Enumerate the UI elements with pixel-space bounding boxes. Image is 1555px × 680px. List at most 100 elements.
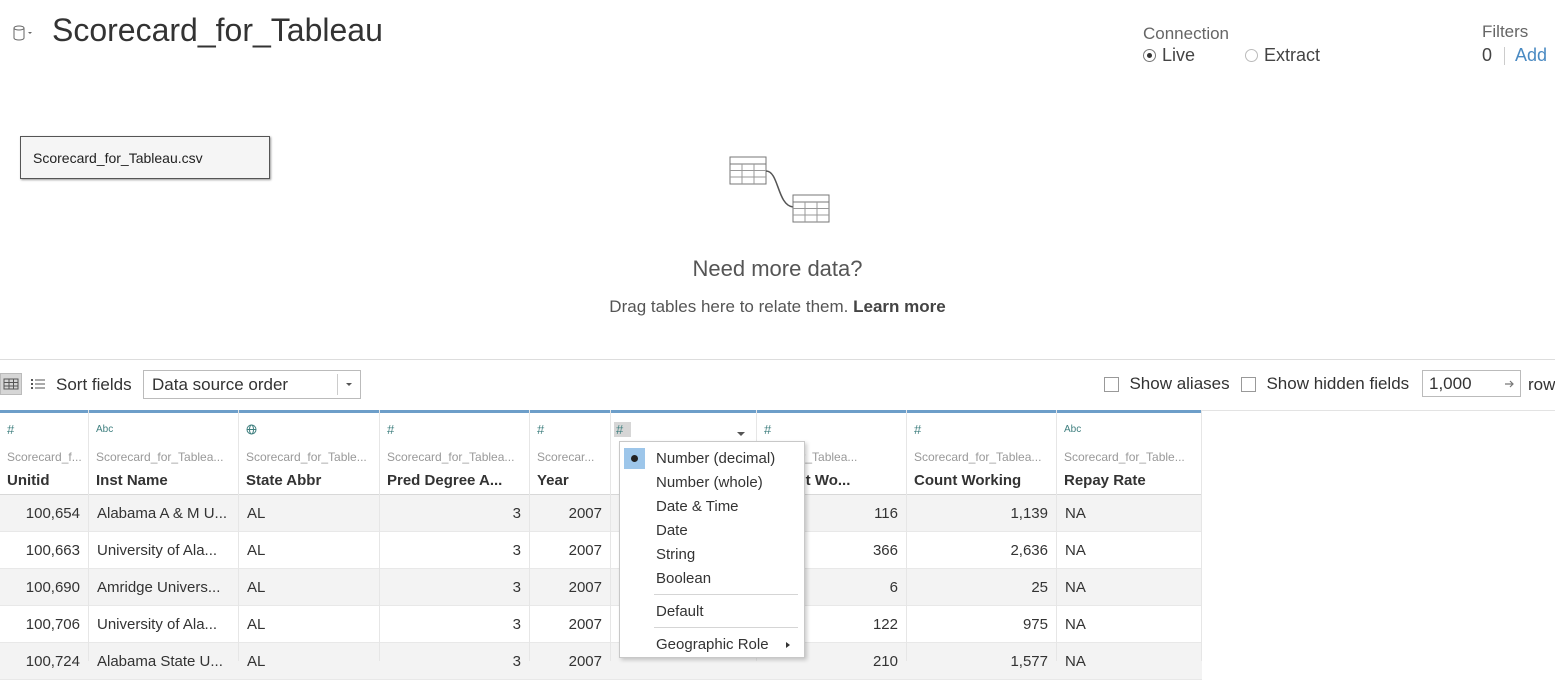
number-type-icon[interactable]: # bbox=[914, 422, 921, 437]
column-name[interactable]: Repay Rate bbox=[1064, 472, 1195, 489]
sort-fields-select[interactable]: Data source order bbox=[143, 370, 361, 399]
number-type-icon[interactable]: # bbox=[537, 422, 544, 437]
column-name[interactable]: State Abbr bbox=[246, 472, 373, 489]
grid-column: Scorecard_for_Table... State Abbr AL AL AL AL… bbox=[239, 410, 380, 670]
table-cell: 100,654 bbox=[25, 505, 80, 522]
grid-view-button[interactable] bbox=[0, 373, 22, 395]
column-header[interactable]: Scorecard_for_Table... State Abbr bbox=[239, 410, 379, 495]
connection-label: Connection bbox=[1143, 24, 1230, 43]
add-filter-link[interactable]: Add bbox=[1515, 45, 1547, 66]
table-cell: 3 bbox=[512, 653, 521, 670]
menu-item-number-decimal[interactable]: Number (decimal) bbox=[656, 450, 775, 467]
rows-label: row bbox=[1528, 375, 1555, 394]
rows-value: 1,000 bbox=[1429, 374, 1472, 393]
column-name[interactable]: Pred Degree A... bbox=[387, 472, 523, 489]
menu-separator bbox=[654, 594, 798, 595]
number-type-icon[interactable]: # bbox=[7, 422, 14, 437]
column-name[interactable]: Count Working bbox=[914, 472, 1050, 489]
grid-column: Abc Scorecard_for_Table... Repay Rate NA NA N… bbox=[1057, 410, 1202, 670]
menu-item-string[interactable]: String bbox=[656, 546, 695, 563]
column-header[interactable]: # Scorecard_f... Unitid bbox=[0, 410, 88, 495]
column-name[interactable]: Inst Name bbox=[96, 472, 232, 489]
table-cell: NA bbox=[1065, 616, 1086, 633]
table-cell: AL bbox=[247, 505, 266, 522]
number-type-icon[interactable]: # bbox=[387, 422, 394, 437]
data-type-menu[interactable]: Number (decimal) Number (whole) Date & T… bbox=[619, 441, 805, 658]
table-cell: 1,577 bbox=[1010, 653, 1048, 670]
list-view-icon[interactable] bbox=[30, 376, 46, 392]
table-cell: University of Ala... bbox=[97, 542, 218, 559]
column-header[interactable]: # Scorecard_for_Tablea... Pred Degree A... bbox=[380, 410, 529, 495]
column-source: Scorecard_for_Tablea... bbox=[914, 450, 1042, 464]
table-cell: 2007 bbox=[568, 505, 602, 522]
menu-item-geographic-role[interactable]: Geographic Role bbox=[656, 636, 769, 653]
table-cell: Alabama State U... bbox=[97, 653, 223, 670]
menu-item-date-time[interactable]: Date & Time bbox=[656, 498, 739, 515]
menu-item-date[interactable]: Date bbox=[656, 522, 688, 539]
grid-column: Abc Scorecard_for_Tablea... Inst Name Alaba… bbox=[89, 410, 239, 670]
table-card[interactable]: Scorecard_for_Tableau.csv bbox=[20, 136, 270, 179]
table-cell: NA bbox=[1065, 579, 1086, 596]
column-name[interactable]: Year bbox=[537, 472, 604, 489]
show-hidden-toggle[interactable]: Show hidden fields bbox=[1241, 374, 1409, 394]
column-header[interactable]: Abc Scorecard_for_Table... Repay Rate bbox=[1057, 410, 1201, 495]
column-header[interactable]: # Scorecar... Year bbox=[530, 410, 610, 495]
extract-radio[interactable]: Extract bbox=[1245, 45, 1320, 66]
column-name[interactable]: Unitid bbox=[7, 472, 82, 489]
table-cell: 2,636 bbox=[1010, 542, 1048, 559]
number-type-icon[interactable]: # bbox=[764, 422, 771, 437]
arrow-right-icon[interactable] bbox=[1504, 378, 1516, 390]
show-aliases-checkbox[interactable] bbox=[1104, 376, 1119, 392]
column-header[interactable]: Abc Scorecard_for_Tablea... Inst Name bbox=[89, 410, 238, 495]
extract-label: Extract bbox=[1264, 45, 1321, 65]
table-cell: 2007 bbox=[568, 616, 602, 633]
selected-indicator bbox=[624, 448, 645, 469]
number-type-icon[interactable]: # bbox=[614, 422, 632, 437]
filters-label: Filters bbox=[1482, 22, 1529, 41]
show-hidden-checkbox[interactable] bbox=[1241, 376, 1256, 392]
string-type-icon[interactable]: Abc bbox=[1064, 424, 1081, 435]
table-cell: AL bbox=[247, 579, 266, 596]
grid-column: # Scorecar... Year 2007 2007 2007 2007 2007 bbox=[530, 410, 611, 670]
table-cell: 2007 bbox=[568, 653, 602, 670]
menu-item-number-whole[interactable]: Number (whole) bbox=[656, 474, 763, 491]
table-cell: 100,690 bbox=[25, 579, 80, 596]
table-cell: NA bbox=[1065, 653, 1086, 670]
show-hidden-label: Show hidden fields bbox=[1266, 374, 1410, 393]
menu-item-boolean[interactable]: Boolean bbox=[656, 570, 711, 587]
drag-hint-text: Drag tables here to relate them. bbox=[609, 297, 849, 316]
column-source: Scorecard_for_Tablea... bbox=[387, 450, 515, 464]
rows-input[interactable]: 1,000 bbox=[1422, 370, 1521, 397]
table-cell: AL bbox=[247, 542, 266, 559]
database-icon[interactable] bbox=[12, 24, 34, 42]
grid-icon bbox=[3, 378, 19, 390]
table-cell: NA bbox=[1065, 505, 1086, 522]
menu-item-default[interactable]: Default bbox=[656, 603, 704, 620]
extract-radio-dot[interactable] bbox=[1245, 49, 1258, 62]
grid-column: # Scorecard_for_Tablea... Count Working 1,1… bbox=[907, 410, 1057, 670]
learn-more-link[interactable]: Learn more bbox=[853, 297, 946, 316]
show-aliases-label: Show aliases bbox=[1129, 374, 1230, 393]
table-cell: NA bbox=[1065, 542, 1086, 559]
table-cell: AL bbox=[247, 653, 266, 670]
table-cell: Amridge Univers... bbox=[97, 579, 221, 596]
table-cell: 3 bbox=[512, 579, 521, 596]
string-type-icon[interactable]: Abc bbox=[96, 424, 113, 435]
live-radio[interactable]: Live bbox=[1143, 45, 1195, 66]
live-label: Live bbox=[1162, 45, 1196, 65]
chevron-down-icon bbox=[337, 374, 360, 395]
table-cell: 3 bbox=[512, 542, 521, 559]
need-more-data-heading: Need more data? bbox=[692, 256, 863, 281]
column-source: Scorecard_for_Table... bbox=[1064, 450, 1185, 464]
globe-icon[interactable] bbox=[246, 424, 257, 438]
page-title: Scorecard_for_Tableau bbox=[52, 12, 383, 48]
table-cell: AL bbox=[247, 616, 266, 633]
column-header[interactable]: # Scorecard_for_Tablea... Count Working bbox=[907, 410, 1056, 495]
grid-column: # Scorecard_for_Tablea... Pred Degree A...… bbox=[380, 410, 530, 670]
filters-count: 0 bbox=[1482, 45, 1493, 65]
grid-column: # Scorecard_f... Unitid 100,654 100,663 100,6… bbox=[0, 410, 89, 670]
show-aliases-toggle[interactable]: Show aliases bbox=[1104, 374, 1230, 394]
relate-tables-icon bbox=[729, 156, 830, 223]
table-cell: 100,724 bbox=[25, 653, 80, 670]
live-radio-dot[interactable] bbox=[1143, 49, 1156, 62]
